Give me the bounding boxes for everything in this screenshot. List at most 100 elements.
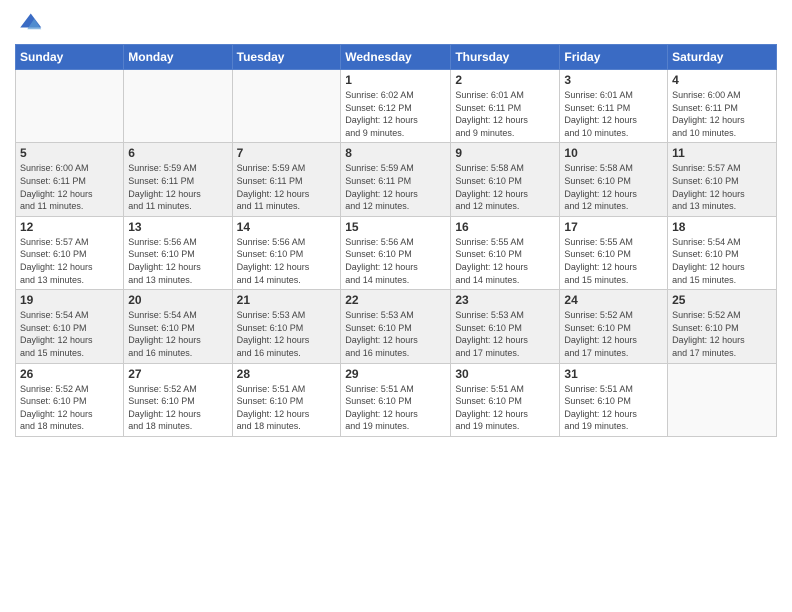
calendar-week-row: 12 Sunrise: 5:57 AM Sunset: 6:10 PM Dayli…	[16, 216, 777, 289]
calendar-cell: 20Sunrise: 5:54 AM Sunset: 6:10 PM Dayli…	[124, 290, 232, 363]
calendar-week-row: 5 Sunrise: 6:00 AM Sunset: 6:11 PM Daylig…	[16, 143, 777, 216]
day-info: Sunrise: 6:00 AM Sunset: 6:11 PM Dayligh…	[672, 89, 772, 139]
day-number: 2	[455, 73, 555, 87]
calendar-cell	[232, 70, 341, 143]
day-info: Sunrise: 6:00 AM Sunset: 6:11 PM Dayligh…	[20, 162, 119, 212]
day-info: Sunrise: 5:58 AM Sunset: 6:10 PM Dayligh…	[564, 162, 663, 212]
day-info: Sunrise: 5:53 AM Sunset: 6:10 PM Dayligh…	[237, 309, 337, 359]
calendar-week-row: 1 Sunrise: 6:02 AM Sunset: 6:12 PM Daylig…	[16, 70, 777, 143]
calendar-cell: 13Sunrise: 5:56 AM Sunset: 6:10 PM Dayli…	[124, 216, 232, 289]
day-info: Sunrise: 5:54 AM Sunset: 6:10 PM Dayligh…	[672, 236, 772, 286]
day-number: 15	[345, 220, 446, 234]
day-info: Sunrise: 5:52 AM Sunset: 6:10 PM Dayligh…	[672, 309, 772, 359]
day-number: 19	[20, 293, 119, 307]
day-number: 6	[128, 146, 227, 160]
day-info: Sunrise: 5:54 AM Sunset: 6:10 PM Dayligh…	[128, 309, 227, 359]
weekday-header: Friday	[560, 45, 668, 70]
calendar-cell	[668, 363, 777, 436]
day-info: Sunrise: 5:56 AM Sunset: 6:10 PM Dayligh…	[237, 236, 337, 286]
calendar-cell: 26 Sunrise: 5:52 AM Sunset: 6:10 PM Dayli…	[16, 363, 124, 436]
day-info: Sunrise: 5:57 AM Sunset: 6:10 PM Dayligh…	[672, 162, 772, 212]
day-info: Sunrise: 6:02 AM Sunset: 6:12 PM Dayligh…	[345, 89, 446, 139]
calendar-cell: 24 Sunrise: 5:52 AM Sunset: 6:10 PM Dayli…	[560, 290, 668, 363]
calendar-cell: 17 Sunrise: 5:55 AM Sunset: 6:10 PM Dayli…	[560, 216, 668, 289]
day-info: Sunrise: 5:52 AM Sunset: 6:10 PM Dayligh…	[20, 383, 119, 433]
calendar-week-row: 19 Sunrise: 5:54 AM Sunset: 6:10 PM Dayli…	[16, 290, 777, 363]
calendar-cell: 14Sunrise: 5:56 AM Sunset: 6:10 PM Dayli…	[232, 216, 341, 289]
logo-icon	[15, 10, 43, 38]
calendar-cell	[124, 70, 232, 143]
day-info: Sunrise: 5:53 AM Sunset: 6:10 PM Dayligh…	[345, 309, 446, 359]
calendar-cell: 3 Sunrise: 6:01 AM Sunset: 6:11 PM Daylig…	[560, 70, 668, 143]
day-info: Sunrise: 5:52 AM Sunset: 6:10 PM Dayligh…	[564, 309, 663, 359]
weekday-header: Monday	[124, 45, 232, 70]
day-number: 23	[455, 293, 555, 307]
day-number: 17	[564, 220, 663, 234]
day-info: Sunrise: 6:01 AM Sunset: 6:11 PM Dayligh…	[564, 89, 663, 139]
calendar-cell: 7 Sunrise: 5:59 AM Sunset: 6:11 PM Daylig…	[232, 143, 341, 216]
day-number: 24	[564, 293, 663, 307]
day-number: 3	[564, 73, 663, 87]
page: SundayMondayTuesdayWednesdayThursdayFrid…	[0, 0, 792, 447]
day-number: 27	[128, 367, 227, 381]
day-info: Sunrise: 5:58 AM Sunset: 6:10 PM Dayligh…	[455, 162, 555, 212]
calendar-table: SundayMondayTuesdayWednesdayThursdayFrid…	[15, 44, 777, 437]
calendar-cell	[16, 70, 124, 143]
day-info: Sunrise: 5:59 AM Sunset: 6:11 PM Dayligh…	[345, 162, 446, 212]
calendar-cell: 5 Sunrise: 6:00 AM Sunset: 6:11 PM Daylig…	[16, 143, 124, 216]
calendar-cell: 16Sunrise: 5:55 AM Sunset: 6:10 PM Dayli…	[451, 216, 560, 289]
day-info: Sunrise: 5:55 AM Sunset: 6:10 PM Dayligh…	[564, 236, 663, 286]
weekday-header: Wednesday	[341, 45, 451, 70]
day-number: 5	[20, 146, 119, 160]
calendar-header-row: SundayMondayTuesdayWednesdayThursdayFrid…	[16, 45, 777, 70]
calendar-week-row: 26 Sunrise: 5:52 AM Sunset: 6:10 PM Dayli…	[16, 363, 777, 436]
calendar-cell: 4Sunrise: 6:00 AM Sunset: 6:11 PM Daylig…	[668, 70, 777, 143]
day-number: 12	[20, 220, 119, 234]
day-number: 9	[455, 146, 555, 160]
day-info: Sunrise: 5:53 AM Sunset: 6:10 PM Dayligh…	[455, 309, 555, 359]
calendar-cell: 15 Sunrise: 5:56 AM Sunset: 6:10 PM Dayli…	[341, 216, 451, 289]
day-number: 31	[564, 367, 663, 381]
calendar-cell: 21 Sunrise: 5:53 AM Sunset: 6:10 PM Dayli…	[232, 290, 341, 363]
day-info: Sunrise: 5:56 AM Sunset: 6:10 PM Dayligh…	[345, 236, 446, 286]
day-number: 11	[672, 146, 772, 160]
calendar-cell: 18Sunrise: 5:54 AM Sunset: 6:10 PM Dayli…	[668, 216, 777, 289]
day-info: Sunrise: 5:54 AM Sunset: 6:10 PM Dayligh…	[20, 309, 119, 359]
calendar-cell: 12 Sunrise: 5:57 AM Sunset: 6:10 PM Dayli…	[16, 216, 124, 289]
calendar-cell: 19 Sunrise: 5:54 AM Sunset: 6:10 PM Dayli…	[16, 290, 124, 363]
day-info: Sunrise: 6:01 AM Sunset: 6:11 PM Dayligh…	[455, 89, 555, 139]
day-number: 29	[345, 367, 446, 381]
weekday-header: Saturday	[668, 45, 777, 70]
day-number: 1	[345, 73, 446, 87]
day-number: 21	[237, 293, 337, 307]
day-info: Sunrise: 5:56 AM Sunset: 6:10 PM Dayligh…	[128, 236, 227, 286]
day-number: 7	[237, 146, 337, 160]
day-info: Sunrise: 5:51 AM Sunset: 6:10 PM Dayligh…	[455, 383, 555, 433]
calendar-cell: 11 Sunrise: 5:57 AM Sunset: 6:10 PM Dayli…	[668, 143, 777, 216]
day-info: Sunrise: 5:51 AM Sunset: 6:10 PM Dayligh…	[564, 383, 663, 433]
calendar-cell: 23 Sunrise: 5:53 AM Sunset: 6:10 PM Dayli…	[451, 290, 560, 363]
calendar-cell: 30 Sunrise: 5:51 AM Sunset: 6:10 PM Dayli…	[451, 363, 560, 436]
day-number: 30	[455, 367, 555, 381]
day-number: 8	[345, 146, 446, 160]
day-number: 28	[237, 367, 337, 381]
calendar-cell: 2 Sunrise: 6:01 AM Sunset: 6:11 PM Daylig…	[451, 70, 560, 143]
day-info: Sunrise: 5:52 AM Sunset: 6:10 PM Dayligh…	[128, 383, 227, 433]
day-info: Sunrise: 5:51 AM Sunset: 6:10 PM Dayligh…	[237, 383, 337, 433]
calendar-cell: 1 Sunrise: 6:02 AM Sunset: 6:12 PM Daylig…	[341, 70, 451, 143]
day-info: Sunrise: 5:59 AM Sunset: 6:11 PM Dayligh…	[237, 162, 337, 212]
logo	[15, 10, 47, 38]
day-number: 22	[345, 293, 446, 307]
calendar-cell: 8 Sunrise: 5:59 AM Sunset: 6:11 PM Daylig…	[341, 143, 451, 216]
day-number: 10	[564, 146, 663, 160]
weekday-header: Sunday	[16, 45, 124, 70]
weekday-header: Thursday	[451, 45, 560, 70]
day-info: Sunrise: 5:55 AM Sunset: 6:10 PM Dayligh…	[455, 236, 555, 286]
calendar-cell: 22 Sunrise: 5:53 AM Sunset: 6:10 PM Dayli…	[341, 290, 451, 363]
calendar-cell: 31 Sunrise: 5:51 AM Sunset: 6:10 PM Dayli…	[560, 363, 668, 436]
day-number: 26	[20, 367, 119, 381]
calendar-cell: 28 Sunrise: 5:51 AM Sunset: 6:10 PM Dayli…	[232, 363, 341, 436]
day-info: Sunrise: 5:59 AM Sunset: 6:11 PM Dayligh…	[128, 162, 227, 212]
calendar-cell: 27 Sunrise: 5:52 AM Sunset: 6:10 PM Dayli…	[124, 363, 232, 436]
day-info: Sunrise: 5:57 AM Sunset: 6:10 PM Dayligh…	[20, 236, 119, 286]
